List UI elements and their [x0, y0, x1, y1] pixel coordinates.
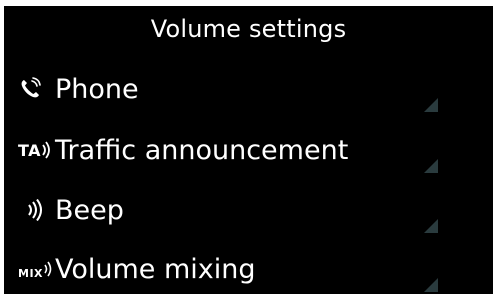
list-item-beep[interactable]: Beep: [4, 181, 493, 241]
sound-waves-icon: [42, 141, 50, 159]
phone-icon: [18, 72, 58, 106]
list-item-traffic-announcement[interactable]: TA Traffic announcement: [4, 121, 493, 181]
volume-mixing-icon: MIX: [18, 256, 58, 290]
sound-waves-icon: [44, 261, 52, 277]
settings-list: Phone TA Traffic announcement Beep MIX V…: [4, 6, 493, 294]
volume-settings-screen: Volume settings Phone TA Traffic announc…: [4, 6, 493, 294]
corner-arrow-icon: [424, 219, 438, 233]
list-item-label: Traffic announcement: [55, 135, 349, 166]
list-item-label: Phone: [55, 74, 139, 105]
list-item-label: Volume mixing: [55, 254, 256, 285]
icon-text: MIX: [18, 266, 44, 280]
list-item-label: Beep: [55, 195, 124, 226]
icon-text: TA: [18, 140, 42, 160]
list-item-phone[interactable]: Phone: [4, 60, 493, 120]
list-item-volume-mixing[interactable]: MIX Volume mixing: [4, 240, 493, 294]
corner-arrow-icon: [424, 98, 438, 112]
traffic-announcement-icon: TA: [18, 133, 58, 167]
corner-arrow-icon: [424, 278, 438, 292]
corner-arrow-icon: [424, 159, 438, 173]
